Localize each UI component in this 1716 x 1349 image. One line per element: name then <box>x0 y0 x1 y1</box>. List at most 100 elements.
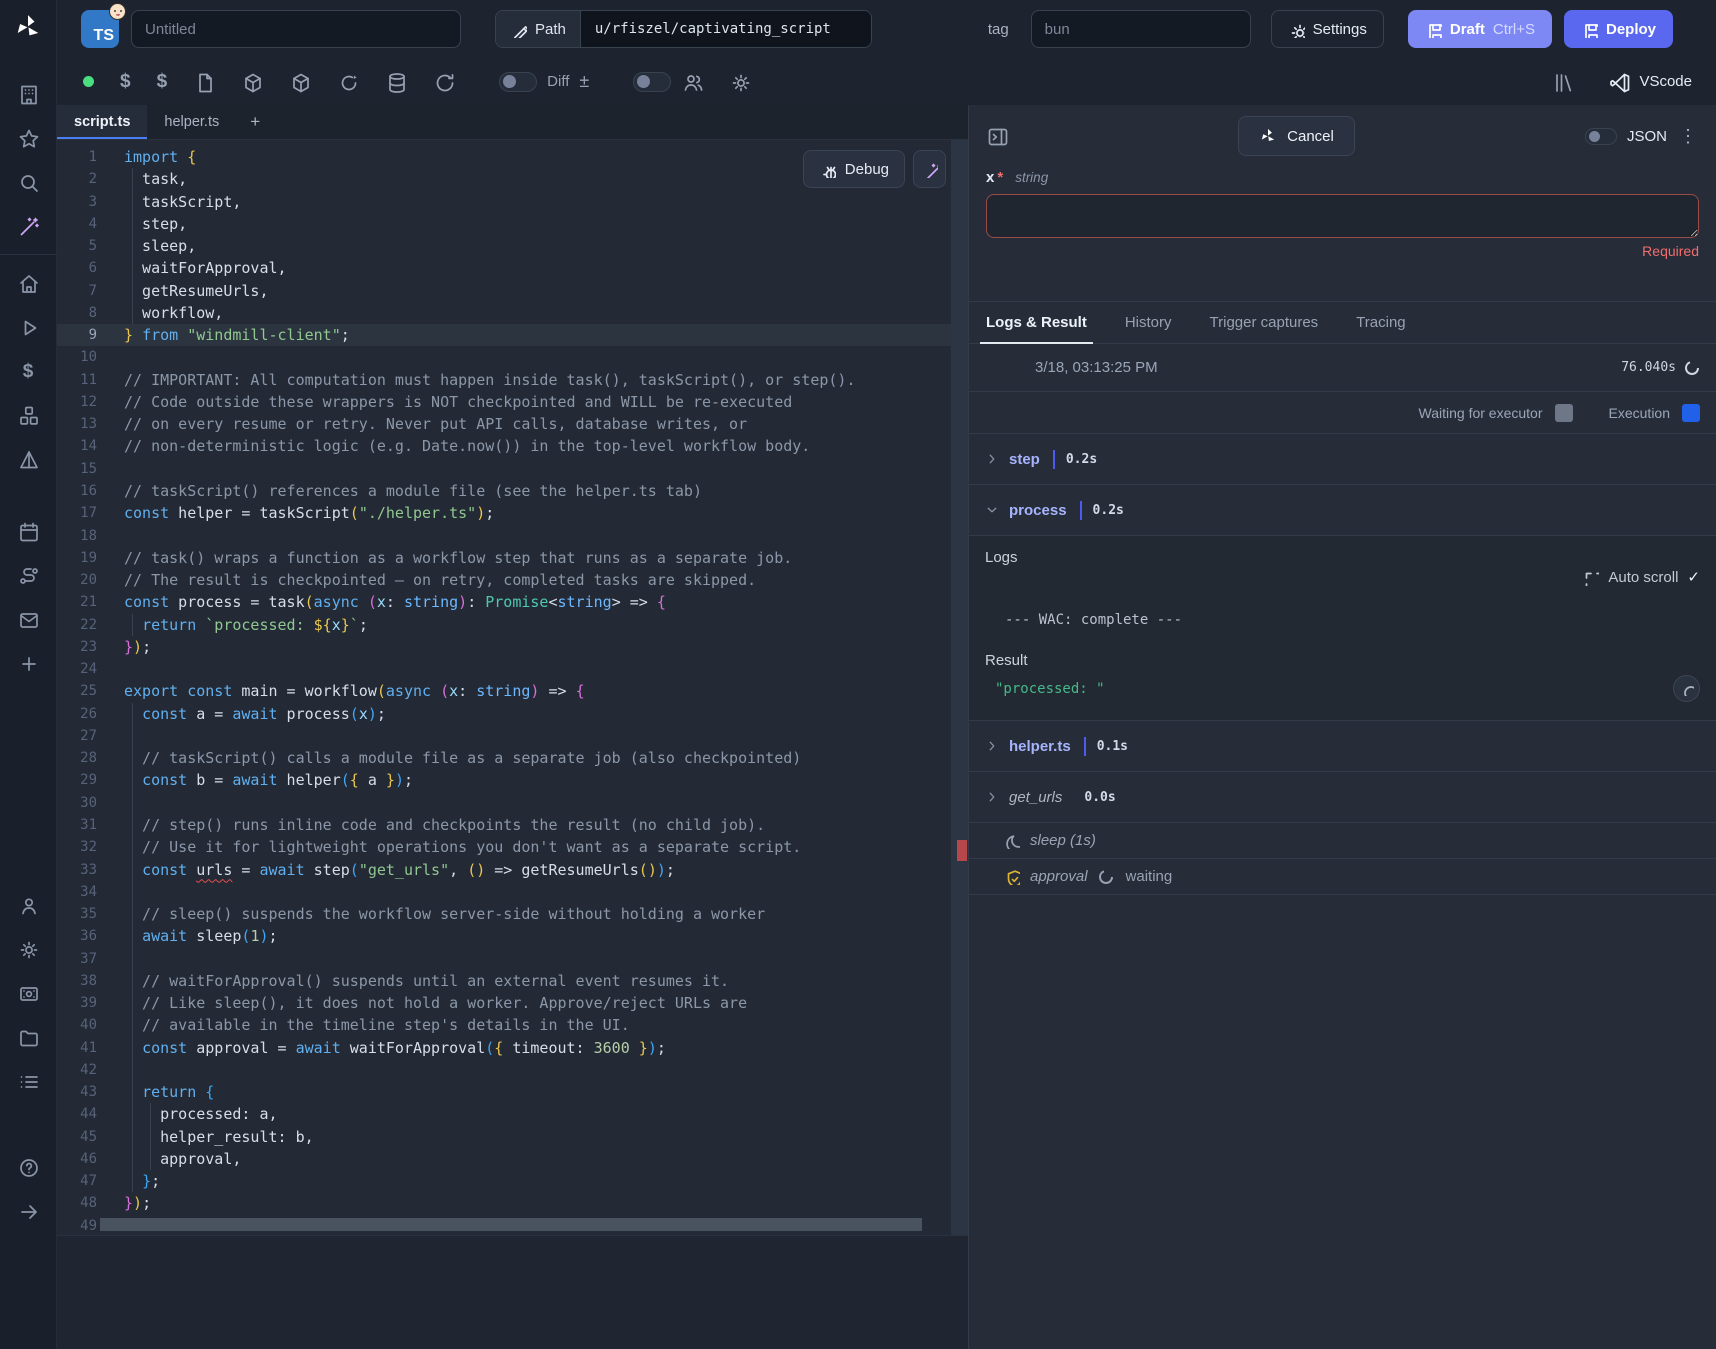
code-line[interactable]: 43 return { <box>57 1081 951 1103</box>
sidebar-item-settings[interactable] <box>0 927 57 971</box>
collab-toggle[interactable] <box>633 72 671 92</box>
settings-button[interactable]: Settings <box>1271 10 1384 48</box>
code-line[interactable]: 36 await sleep(1); <box>57 925 951 947</box>
deploy-button[interactable]: Deploy <box>1564 10 1673 48</box>
edit-path-button[interactable]: Path <box>496 11 581 47</box>
panel-expand-icon[interactable] <box>986 125 1008 147</box>
tab-trigger-captures[interactable]: Trigger captures <box>1210 302 1319 343</box>
code-line[interactable]: 3 taskScript, <box>57 191 951 213</box>
editor-vertical-scrollbar[interactable] <box>951 140 968 1235</box>
code-line[interactable]: 47 }; <box>57 1170 951 1192</box>
code-line[interactable]: 35 // sleep() suspends the workflow serv… <box>57 903 951 925</box>
timeline-row-sleep[interactable]: sleep (1s) <box>969 823 1716 859</box>
add-tab-button[interactable]: + <box>236 105 274 139</box>
refresh-icon[interactable] <box>433 71 455 93</box>
tab-tracing[interactable]: Tracing <box>1356 302 1405 343</box>
step-row-process[interactable]: process 0.2s <box>969 485 1716 536</box>
code-line[interactable]: 46 approval, <box>57 1148 951 1170</box>
tab-script-ts[interactable]: script.ts <box>57 105 147 139</box>
code-line[interactable]: 41 const approval = await waitForApprova… <box>57 1037 951 1059</box>
debug-button[interactable]: Debug <box>803 150 905 188</box>
sidebar-item-folders[interactable] <box>0 1015 57 1059</box>
code-line[interactable]: 22 return `processed: ${x}`; <box>57 614 951 636</box>
package-icon[interactable] <box>289 71 311 93</box>
code-line[interactable]: 24 <box>57 658 951 680</box>
tab-helper-ts[interactable]: helper.ts <box>147 105 236 139</box>
code-line[interactable]: 15 <box>57 458 951 480</box>
sidebar-item-mail[interactable] <box>0 597 57 641</box>
step-row-helper-ts[interactable]: helper.ts 0.1s <box>969 721 1716 772</box>
diff-toggle[interactable] <box>499 72 537 92</box>
code-line[interactable]: 23}); <box>57 636 951 658</box>
editor-horizontal-scrollbar[interactable] <box>100 1218 922 1231</box>
sidebar-item-user[interactable] <box>0 883 57 927</box>
timeline-row-approval[interactable]: approval waiting <box>969 859 1716 895</box>
code-line[interactable]: 40 // available in the timeline step's d… <box>57 1014 951 1036</box>
ai-wand-icon[interactable] <box>0 204 57 248</box>
vscode-button[interactable]: VScode <box>1608 71 1692 93</box>
arg-x-input[interactable] <box>986 194 1699 238</box>
code-line[interactable]: 32 // Use it for lightweight operations … <box>57 836 951 858</box>
script-file-icon[interactable] <box>193 71 215 93</box>
database-icon[interactable] <box>385 71 407 93</box>
code-line[interactable]: 4 step, <box>57 213 951 235</box>
code-line[interactable]: 42 <box>57 1059 951 1081</box>
script-path-value[interactable]: u/rfiszel/captivating_script <box>581 11 871 47</box>
code-line[interactable]: 33 const urls = await step("get_urls", (… <box>57 859 951 881</box>
sidebar-item-workers[interactable] <box>0 971 57 1015</box>
package-icon[interactable] <box>241 71 263 93</box>
code-line[interactable]: 18 <box>57 525 951 547</box>
code-line[interactable]: 9} from "windmill-client"; <box>57 324 951 346</box>
sidebar-item-runs[interactable] <box>0 305 57 349</box>
code-line[interactable]: 34 <box>57 881 951 903</box>
search-icon[interactable] <box>0 160 57 204</box>
tag-input[interactable] <box>1031 10 1251 48</box>
kebab-menu-icon[interactable]: ⋮ <box>1677 126 1699 147</box>
code-line[interactable]: 21const process = task(async (x: string)… <box>57 591 951 613</box>
code-line[interactable]: 8 workflow, <box>57 302 951 324</box>
cancel-run-button[interactable]: Cancel <box>1238 116 1355 156</box>
code-line[interactable]: 10 <box>57 346 951 368</box>
sidebar-item-triggers[interactable] <box>0 437 57 481</box>
code-line[interactable]: 19// task() wraps a function as a workfl… <box>57 547 951 569</box>
code-line[interactable]: 26 const a = await process(x); <box>57 703 951 725</box>
code-line[interactable]: 16// taskScript() references a module fi… <box>57 480 951 502</box>
code-line[interactable]: 44 processed: a, <box>57 1103 951 1125</box>
rerun-icon[interactable] <box>337 71 359 93</box>
help-icon[interactable] <box>0 1145 57 1189</box>
star-icon[interactable] <box>0 116 57 160</box>
code-editor[interactable]: 1import {2 task,3 taskScript,4 step,5 sl… <box>57 140 968 1349</box>
code-line[interactable]: 48}); <box>57 1192 951 1214</box>
json-toggle[interactable] <box>1585 128 1617 145</box>
code-line[interactable]: 45 helper_result: b, <box>57 1126 951 1148</box>
code-line[interactable]: 31 // step() runs inline code and checkp… <box>57 814 951 836</box>
code-line[interactable]: 12// Code outside these wrappers is NOT … <box>57 391 951 413</box>
resources-dollar-icon[interactable]: $ <box>157 72 168 91</box>
sidebar-item-home[interactable] <box>0 261 57 305</box>
code-line[interactable]: 30 <box>57 792 951 814</box>
code-line[interactable]: 7 getResumeUrls, <box>57 280 951 302</box>
inspect-result-button[interactable] <box>1673 675 1700 702</box>
sidebar-item-variables[interactable]: $ <box>0 349 57 393</box>
sidebar-item-schedules[interactable] <box>0 509 57 553</box>
code-line[interactable]: 17const helper = taskScript("./helper.ts… <box>57 502 951 524</box>
tab-logs-result[interactable]: Logs & Result <box>986 302 1087 343</box>
variables-icon[interactable]: $ <box>120 72 131 91</box>
code-line[interactable]: 6 waitForApproval, <box>57 257 951 279</box>
code-line[interactable]: 38 // waitForApproval() suspends until a… <box>57 970 951 992</box>
ai-assist-button[interactable] <box>913 150 946 188</box>
code-line[interactable]: 13// on every resume or retry. Never put… <box>57 413 951 435</box>
sidebar-item-resources[interactable] <box>0 393 57 437</box>
code-line[interactable]: 37 <box>57 948 951 970</box>
library-icon[interactable] <box>1552 71 1574 93</box>
code-line[interactable]: 29 const b = await helper({ a }); <box>57 769 951 791</box>
script-title-input[interactable] <box>131 10 461 48</box>
step-row-step[interactable]: step 0.2s <box>969 434 1716 485</box>
windmill-logo[interactable] <box>13 12 43 46</box>
workspace-icon[interactable] <box>0 72 57 116</box>
code-line[interactable]: 14// non-deterministic logic (e.g. Date.… <box>57 435 951 457</box>
code-line[interactable]: 20// The result is checkpointed — on ret… <box>57 569 951 591</box>
code-line[interactable]: 5 sleep, <box>57 235 951 257</box>
sidebar-item-add[interactable] <box>0 641 57 685</box>
collapse-sidebar-icon[interactable] <box>0 1189 57 1233</box>
